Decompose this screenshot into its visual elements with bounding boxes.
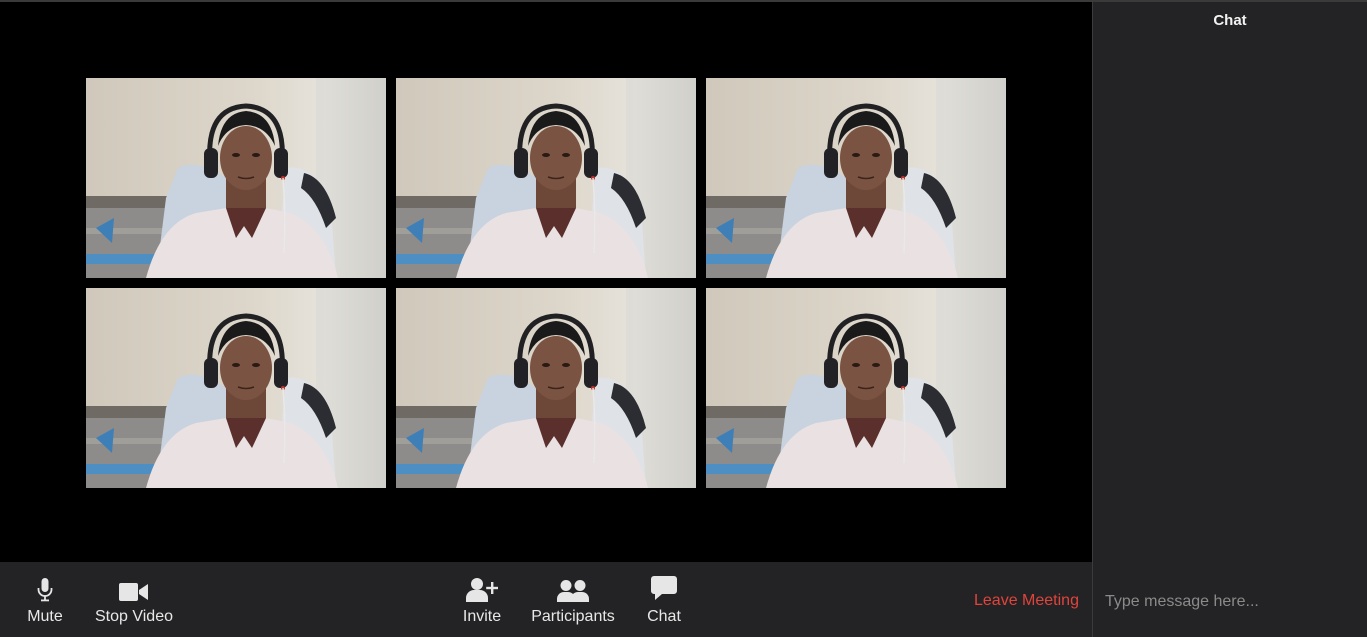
chat-message-input[interactable] [1097,587,1367,617]
meeting-window: Mute Stop Video Invite Participants Chat… [0,0,1367,637]
meeting-toolbar: Mute Stop Video Invite Participants Chat… [0,562,1092,637]
participant-video-tile[interactable] [706,78,1006,278]
leave-meeting-button[interactable]: Leave Meeting [974,592,1079,610]
participant-video-tile[interactable] [86,288,386,488]
invite-label: Invite [462,608,502,625]
chat-button[interactable]: Chat [642,572,686,630]
people-icon [557,572,589,602]
chat-panel-title: Chat [1213,12,1247,29]
microphone-icon [37,572,53,602]
add-user-icon [466,572,498,602]
webcam-feed-image [86,288,386,488]
video-camera-icon [119,572,149,602]
stop-video-button[interactable]: Stop Video [92,572,176,630]
stop-video-label: Stop Video [95,608,173,625]
webcam-feed-image [86,78,386,278]
webcam-feed-image [396,288,696,488]
participant-video-tile[interactable] [396,288,696,488]
participant-video-tile[interactable] [86,78,386,278]
webcam-feed-image [706,78,1006,278]
mute-label: Mute [27,608,63,625]
speech-bubble-icon [651,572,677,602]
participant-video-tile[interactable] [396,78,696,278]
video-gallery [0,2,1092,562]
invite-button[interactable]: Invite [458,572,506,630]
webcam-feed-image [396,78,696,278]
participants-button[interactable]: Participants [528,572,618,630]
participant-video-tile[interactable] [706,288,1006,488]
participants-label: Participants [531,608,615,625]
chat-label: Chat [647,608,681,625]
webcam-feed-image [706,288,1006,488]
chat-panel: Chat [1093,2,1367,637]
mute-button[interactable]: Mute [20,572,70,630]
